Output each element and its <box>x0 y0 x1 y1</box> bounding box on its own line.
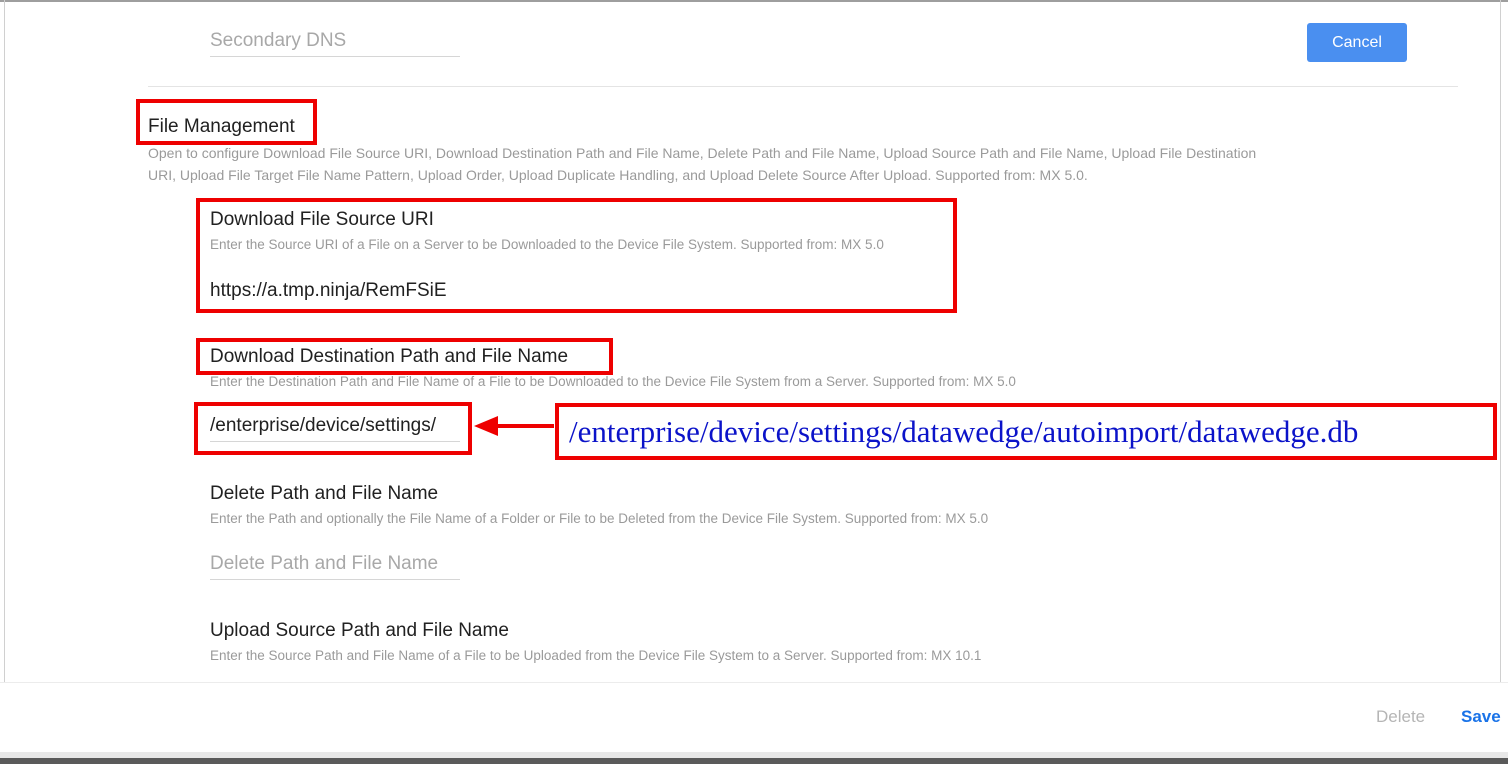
download-source-description: Enter the Source URI of a File on a Serv… <box>210 237 884 252</box>
footer-bar <box>0 682 1508 752</box>
delete-button[interactable]: Delete <box>1376 707 1425 727</box>
file-management-title[interactable]: File Management <box>148 116 295 138</box>
description-line-1: Open to configure Download File Source U… <box>148 145 1257 161</box>
download-destination-label: Download Destination Path and File Name <box>210 346 569 367</box>
upload-source-description: Enter the Source Path and File Name of a… <box>210 648 982 663</box>
download-source-label: Download File Source URI <box>210 209 434 230</box>
download-source-input[interactable] <box>210 275 460 306</box>
left-edge <box>4 0 5 682</box>
description-line-2: URI, Upload File Target File Name Patter… <box>148 167 1088 183</box>
secondary-dns-input[interactable] <box>210 26 460 57</box>
download-destination-description: Enter the Destination Path and File Name… <box>210 374 1016 389</box>
arrow-line <box>494 424 554 428</box>
delete-path-label: Delete Path and File Name <box>210 483 439 504</box>
cancel-button[interactable]: Cancel <box>1307 23 1407 62</box>
bottom-bar-highlight <box>0 752 1508 758</box>
top-edge <box>0 0 1508 2</box>
right-edge <box>1500 0 1501 682</box>
download-destination-input[interactable] <box>210 411 460 442</box>
upload-source-label: Upload Source Path and File Name <box>210 620 509 641</box>
delete-path-description: Enter the Path and optionally the File N… <box>210 511 989 526</box>
full-path-annotation: /enterprise/device/settings/datawedge/au… <box>555 403 1497 460</box>
section-divider <box>148 86 1458 87</box>
save-button[interactable]: Save <box>1461 707 1501 727</box>
file-management-description: Open to configure Download File Source U… <box>148 142 1348 186</box>
arrow-left-icon <box>474 416 498 436</box>
delete-path-input[interactable] <box>210 549 460 580</box>
